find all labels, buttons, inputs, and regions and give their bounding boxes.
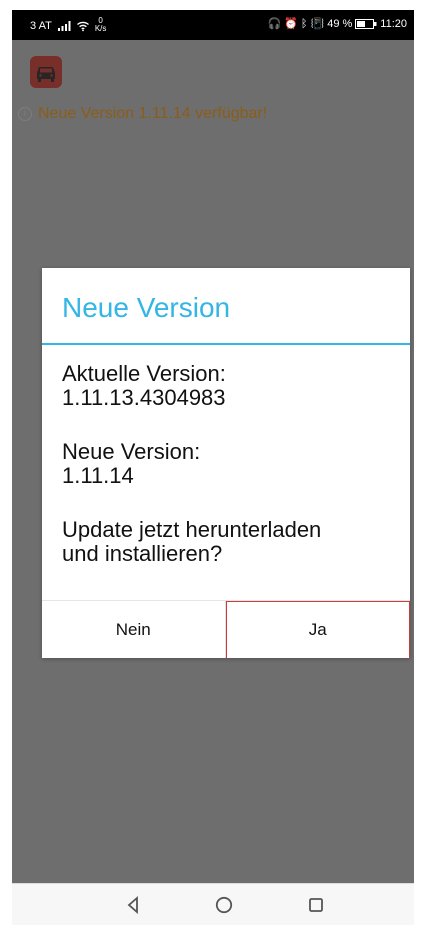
status-left: 3 AT 0 K/s	[30, 17, 107, 33]
carrier-label: 3 AT	[30, 19, 52, 32]
info-icon: i	[18, 107, 32, 121]
car-icon[interactable]	[30, 56, 62, 88]
navigation-bar	[12, 883, 414, 925]
network-speed: 0 K/s	[95, 17, 107, 33]
vibrate-icon: 📳	[310, 17, 325, 30]
no-button[interactable]: Nein	[42, 601, 226, 658]
update-dialog: Neue Version Aktuelle Version: 1.11.13.4…	[42, 268, 410, 658]
network-speed-unit: K/s	[94, 24, 107, 33]
back-icon	[127, 896, 138, 914]
update-banner-text: Neue Version 1.11.14 verfügbar!	[38, 105, 268, 122]
home-button[interactable]	[213, 894, 235, 916]
signal-icon	[57, 20, 71, 31]
headset-icon: 🎧	[267, 17, 282, 30]
recents-icon	[309, 898, 323, 912]
update-banner[interactable]: i Neue Version 1.11.14 verfügbar!	[18, 105, 267, 123]
car-icon-glyph	[37, 67, 55, 82]
dialog-button-row: Nein Ja	[42, 600, 410, 658]
alarm-icon: ⏰	[284, 17, 298, 30]
bluetooth-icon: ᛒ	[300, 17, 308, 30]
update-question-line-2: und installieren?	[62, 541, 223, 566]
new-version-value: 1.11.14	[62, 463, 134, 488]
status-bar: 3 AT 0 K/s 🎧 ⏰ ᛒ 📳 49 % 11:20	[12, 10, 414, 40]
battery-percent: 49 %	[327, 18, 353, 30]
current-version-value: 1.11.13.4304983	[62, 385, 226, 410]
back-button[interactable]	[122, 894, 144, 916]
current-version-label: Aktuelle Version:	[62, 361, 226, 386]
home-icon	[215, 896, 233, 914]
yes-button[interactable]: Ja	[225, 601, 410, 658]
clock: 11:20	[380, 18, 407, 30]
battery-icon	[355, 19, 377, 29]
phone-screen: 3 AT 0 K/s 🎧 ⏰ ᛒ 📳 49 % 11:20 i Neue Ver…	[12, 10, 414, 925]
update-question-line-1: Update jetzt herunterladen	[62, 517, 322, 542]
title-divider	[42, 343, 410, 345]
wifi-icon	[76, 21, 89, 31]
dialog-title: Neue Version	[62, 292, 231, 323]
recents-button[interactable]	[305, 894, 327, 916]
new-version-label: Neue Version:	[62, 439, 201, 464]
status-right: 🎧 ⏰ ᛒ 📳 49 % 11:20	[267, 18, 407, 30]
